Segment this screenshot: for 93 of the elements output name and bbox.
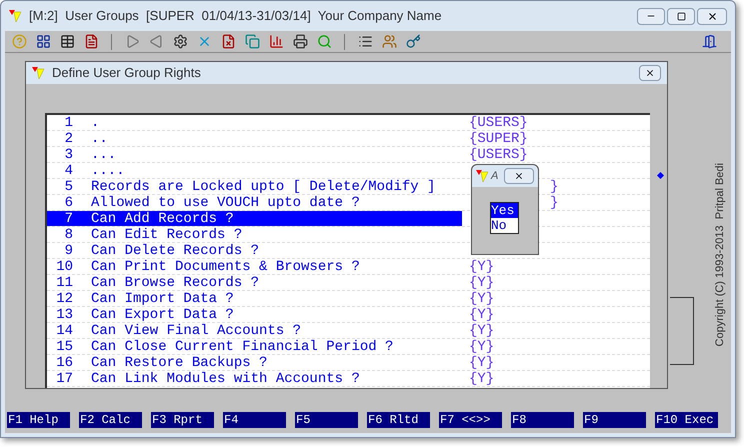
- list-row[interactable]: 5 Records are Locked upto [ Delete/Modify ]: [47, 179, 462, 194]
- window-title: [M:2] User Groups [SUPER 01/04/13-31/03/14] Your Company Name: [29, 7, 442, 26]
- list-row[interactable]: 3 ...: [47, 147, 462, 162]
- row-value: {Y}: [469, 258, 494, 274]
- popup-title: A: [491, 168, 498, 184]
- list-row[interactable]: 9 Can Delete Records ?: [47, 243, 462, 258]
- row-label: Can Delete Records ?: [91, 242, 260, 258]
- row-value: }: [550, 194, 558, 210]
- row-value: {Y}: [469, 306, 494, 322]
- row-number: 6: [64, 194, 73, 210]
- list-row[interactable]: 2 ..: [47, 131, 462, 146]
- row-value: {Y}: [469, 354, 494, 370]
- row-label: Can Import Data ?: [91, 290, 235, 306]
- row-number: 3: [64, 146, 73, 162]
- list-row[interactable]: 16 Can Restore Backups ?: [47, 355, 462, 370]
- function-key[interactable]: F2 Calc: [79, 412, 142, 428]
- diamond-icon: [657, 172, 664, 179]
- row-number: 5: [64, 178, 73, 194]
- function-key[interactable]: F8: [511, 412, 574, 428]
- close-icon: [706, 10, 718, 22]
- row-number: 13: [55, 306, 73, 322]
- list-row[interactable]: 14 Can View Final Accounts ?: [47, 323, 462, 338]
- function-key[interactable]: F10 Exec: [655, 412, 718, 428]
- option-item[interactable]: Yes: [491, 203, 518, 218]
- row-value: }: [550, 178, 558, 194]
- row-number: 2: [64, 130, 73, 146]
- row-number: 17: [55, 370, 73, 386]
- close-button[interactable]: [697, 8, 727, 24]
- maximize-icon: [676, 12, 686, 20]
- row-label: Can Add Records ?: [91, 210, 235, 226]
- function-key[interactable]: F6 Rltd: [367, 412, 430, 428]
- dialog-close-button[interactable]: [639, 65, 661, 81]
- row-number: 16: [55, 354, 73, 370]
- row-label: Can View Final Accounts ?: [91, 322, 302, 338]
- row-number: 4: [64, 162, 73, 178]
- row-number: 11: [55, 274, 73, 290]
- app-logo-icon: [32, 67, 44, 79]
- row-value: {Y}: [469, 274, 494, 290]
- row-value: {USERS}: [469, 114, 528, 130]
- close-icon: [514, 171, 524, 181]
- row-label: Can Restore Backups ?: [91, 354, 268, 370]
- row-value: {Y}: [469, 322, 494, 338]
- function-key[interactable]: F4: [223, 412, 286, 428]
- row-value: {SUPER}: [469, 130, 528, 146]
- list-row[interactable]: 12 Can Import Data ?: [47, 291, 462, 306]
- row-value: {Y}: [469, 370, 494, 386]
- function-key[interactable]: F3 Rprt: [151, 412, 214, 428]
- row-value: {Y}: [469, 290, 494, 306]
- row-label: Can Export Data ?: [91, 306, 235, 322]
- app-logo-icon: [9, 10, 21, 22]
- row-number: 10: [55, 258, 73, 274]
- function-key[interactable]: F9: [583, 412, 646, 428]
- row-label: Can Link Modules with Accounts ?: [91, 370, 361, 386]
- row-label: Allowed to use VOUCH upto date ?: [91, 194, 361, 210]
- option-item[interactable]: No: [491, 218, 518, 233]
- side-button[interactable]: [670, 297, 694, 365]
- app-logo-icon: [476, 170, 488, 182]
- row-label: Can Print Documents & Browsers ?: [91, 258, 361, 274]
- row-label: Can Close Current Financial Period ?: [91, 338, 394, 354]
- row-number: 9: [64, 242, 73, 258]
- function-key[interactable]: F7 <<>>: [439, 412, 502, 428]
- maximize-button[interactable]: [667, 8, 695, 24]
- close-icon: [645, 68, 655, 78]
- row-label: Records are Locked upto [ Delete/Modify ]: [91, 178, 436, 194]
- list-row[interactable]: 1 .: [47, 115, 462, 130]
- row-label: Can Browse Records ?: [91, 274, 260, 290]
- row-label: ..: [91, 130, 109, 146]
- row-label: Can Edit Records ?: [91, 226, 244, 242]
- row-label: ...: [91, 146, 118, 162]
- row-number: 14: [55, 322, 73, 338]
- row-label: .: [91, 114, 100, 130]
- list-row[interactable]: 15 Can Close Current Financial Period ?: [47, 339, 462, 354]
- row-value: {Y}: [469, 338, 494, 354]
- list-row[interactable]: 4 ....: [47, 163, 462, 178]
- row-value: {USERS}: [469, 146, 528, 162]
- copyright-text: Copyright (C) 1993-2013 Pritpal Bedi: [713, 162, 728, 346]
- row-number: 8: [64, 226, 73, 242]
- list-row[interactable]: 6 Allowed to use VOUCH upto date ?: [47, 195, 462, 210]
- list-row[interactable]: 17 Can Link Modules with Accounts ?: [47, 371, 462, 386]
- list-row[interactable]: 8 Can Edit Records ?: [47, 227, 462, 242]
- row-number: 12: [55, 290, 73, 306]
- list-row[interactable]: 7 Can Add Records ?: [47, 211, 462, 226]
- row-label: ....: [91, 162, 126, 178]
- dialog-title: Define User Group Rights: [52, 64, 201, 82]
- list-row[interactable]: 10 Can Print Documents & Browsers ?: [47, 259, 462, 274]
- function-key[interactable]: F1 Help: [7, 412, 70, 428]
- row-number: 15: [55, 338, 73, 354]
- row-number: 1: [64, 114, 73, 130]
- popup-close-button[interactable]: [504, 168, 534, 184]
- row-number: 7: [64, 210, 73, 226]
- list-row[interactable]: 13 Can Export Data ?: [47, 307, 462, 322]
- function-key[interactable]: F5: [295, 412, 358, 428]
- list-row[interactable]: 11 Can Browse Records ?: [47, 275, 462, 290]
